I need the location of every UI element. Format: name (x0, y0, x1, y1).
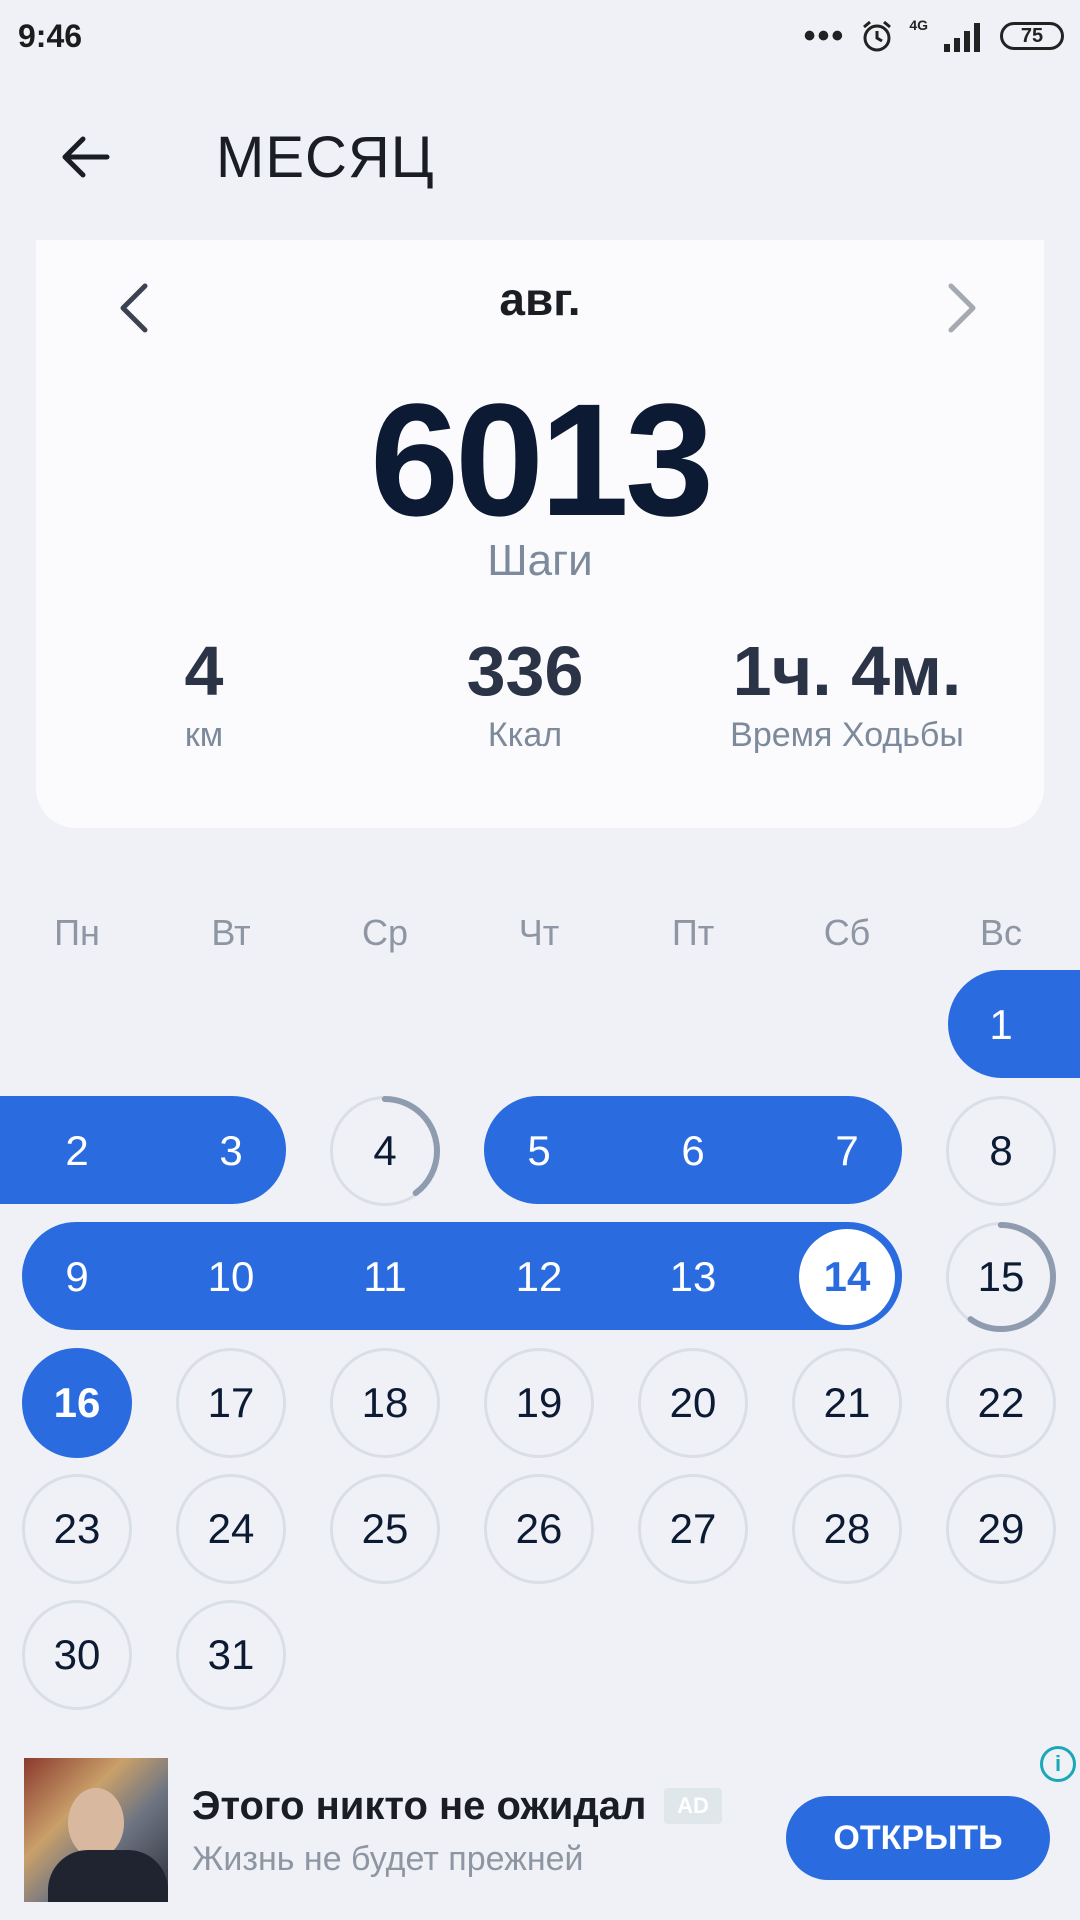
ad-open-button[interactable]: ОТКРЫТЬ (786, 1796, 1050, 1880)
calendar-day[interactable]: 10 (176, 1222, 286, 1332)
calendar-day[interactable]: 11 (330, 1222, 440, 1332)
page-title: МЕСЯЦ (216, 125, 435, 190)
weekday-label: Пн (54, 912, 100, 953)
calendar-day[interactable]: 31 (176, 1600, 286, 1710)
alarm-icon (863, 20, 892, 52)
calendar-day[interactable]: 7 (792, 1096, 902, 1206)
calendar-day[interactable]: 12 (484, 1222, 594, 1332)
status-time: 9:46 (18, 18, 83, 54)
day-progress-ring (330, 1096, 440, 1206)
weekday-label: Ср (361, 912, 409, 953)
calendar-day[interactable]: 21 (792, 1348, 902, 1458)
calendar-day[interactable]: 29 (946, 1474, 1056, 1584)
calendar-day[interactable]: 6 (638, 1096, 748, 1206)
calendar-day[interactable]: 23 (22, 1474, 132, 1584)
walking-time-label: Время Ходьбы (730, 716, 964, 754)
calendar-day[interactable]: 9 (22, 1222, 132, 1332)
calendar-day[interactable]: 3 (176, 1096, 286, 1206)
calories-value: 336 (466, 632, 584, 710)
calendar-day-selected[interactable]: 16 (22, 1348, 132, 1458)
arrow-left-icon (62, 136, 110, 178)
ad-banner[interactable]: Этого никто не ожидал AD Жизнь не будет … (0, 1736, 1080, 1920)
month-summary-card: авг. 6013 Шаги 4 км 336 Ккал 1ч. 4м. Вре… (36, 240, 1044, 828)
calendar-day[interactable]: 26 (484, 1474, 594, 1584)
status-icons: ••• 4G 75 (804, 16, 1064, 56)
more-notifications-icon: ••• (803, 17, 846, 55)
calendar-day[interactable]: 19 (484, 1348, 594, 1458)
calendar-day[interactable]: 8 (946, 1096, 1056, 1206)
chevron-right-icon (948, 283, 976, 333)
ad-thumbnail-face (68, 1788, 124, 1858)
network-type: 4G (909, 17, 928, 33)
calendar-day[interactable]: 4 (330, 1096, 440, 1206)
back-button[interactable] (50, 122, 120, 192)
distance-stat: 4 км (39, 628, 369, 755)
calendar-day[interactable]: 22 (946, 1348, 1056, 1458)
calendar-day[interactable]: 27 (638, 1474, 748, 1584)
calendar-day[interactable]: 18 (330, 1348, 440, 1458)
calendar-day[interactable]: 2 (22, 1096, 132, 1206)
battery-icon: 75 (1000, 22, 1064, 50)
ad-badge: AD (664, 1788, 722, 1824)
calendar-day-today[interactable]: 14 (799, 1229, 895, 1325)
battery-level: 75 (1020, 24, 1044, 47)
calendar-day[interactable]: 13 (638, 1222, 748, 1332)
calories-stat: 336 Ккал (360, 628, 690, 755)
ad-thumbnail-figure (48, 1850, 168, 1902)
signal-icon (944, 23, 980, 52)
calendar-day[interactable]: 24 (176, 1474, 286, 1584)
weekday-label: Пт (671, 912, 715, 953)
weekday-label: Чт (518, 912, 560, 953)
day-progress-ring (946, 1222, 1056, 1332)
goal-streak-band (22, 1222, 902, 1330)
weekday-label: Вт (211, 912, 251, 953)
steps-label: Шаги (487, 536, 593, 585)
calendar-day[interactable]: 28 (792, 1474, 902, 1584)
walking-time-value: 1ч. 4м. (732, 632, 962, 710)
calendar-day[interactable]: 25 (330, 1474, 440, 1584)
info-icon[interactable]: i (1040, 1746, 1076, 1782)
month-label: авг. (499, 273, 581, 325)
ad-title[interactable]: Этого никто не ожидал (192, 1784, 646, 1829)
distance-value: 4 (184, 632, 224, 710)
calories-label: Ккал (487, 716, 563, 754)
ad-thumbnail[interactable] (24, 1758, 168, 1902)
calendar-day[interactable]: 17 (176, 1348, 286, 1458)
ad-subtitle: Жизнь не будет прежней (192, 1840, 584, 1878)
distance-label: км (184, 716, 224, 754)
status-bar: 9:46 ••• 4G 75 (0, 0, 1080, 72)
next-month-button[interactable] (922, 268, 1002, 348)
calendar-day[interactable]: 20 (638, 1348, 748, 1458)
weekday-label: Сб (823, 912, 871, 953)
calendar-day[interactable]: 15 (946, 1222, 1056, 1332)
steps-value: 6013 (370, 370, 714, 549)
calendar-day[interactable]: 30 (22, 1600, 132, 1710)
weekday-label: Вс (979, 912, 1022, 953)
calendar-day[interactable]: 1 (946, 970, 1056, 1080)
calendar-day[interactable]: 5 (484, 1096, 594, 1206)
walking-time-stat: 1ч. 4м. Время Ходьбы (682, 628, 1012, 755)
